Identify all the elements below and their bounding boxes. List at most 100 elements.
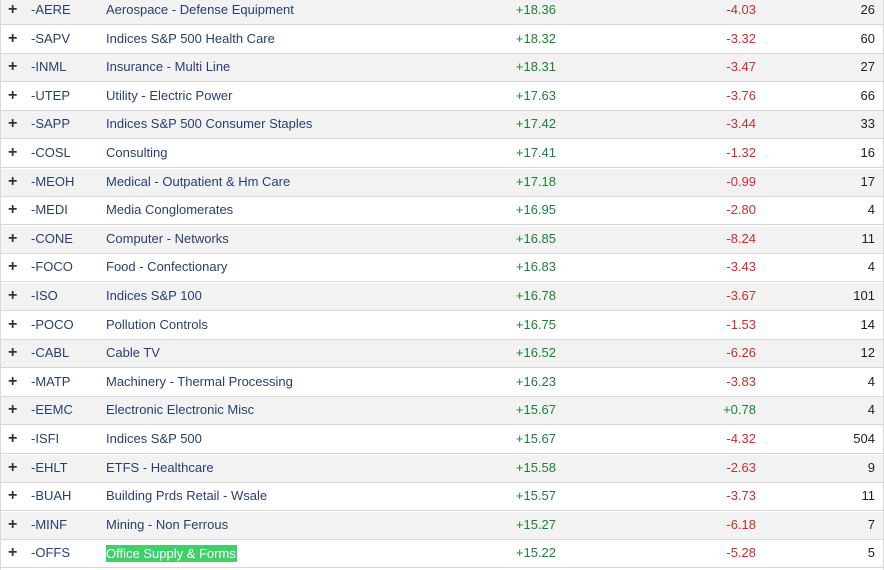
member-count: 17	[860, 173, 875, 189]
group-symbol[interactable]: -OFFS	[31, 540, 70, 568]
group-name[interactable]: Mining - Non Ferrous	[106, 512, 228, 540]
group-name[interactable]: Indices S&P 500 Health Care	[106, 26, 275, 54]
group-symbol[interactable]: -COSL	[31, 140, 71, 168]
expand-plus-icon[interactable]: +	[8, 169, 22, 197]
table-row[interactable]: + -UTEP Utility - Electric Power +17.63 -3.7…	[1, 82, 883, 111]
expand-plus-icon[interactable]: +	[8, 397, 22, 425]
group-symbol[interactable]: -ISO	[31, 283, 58, 311]
member-count: 11	[861, 230, 876, 246]
expand-plus-icon[interactable]: +	[8, 483, 22, 511]
change-value: -3.67	[726, 288, 756, 303]
group-name[interactable]: ETFS - Healthcare	[106, 455, 214, 483]
change-value: -4.32	[726, 431, 756, 446]
group-symbol[interactable]: -EHLT	[31, 455, 68, 483]
percent-change: +18.31	[515, 59, 556, 75]
table-row[interactable]: + -ISFI Indices S&P 500 +15.67 -4.32 504	[1, 426, 883, 454]
expand-plus-icon[interactable]: +	[8, 369, 22, 397]
group-name[interactable]: Utility - Electric Power	[106, 83, 232, 111]
expand-plus-icon[interactable]: +	[8, 0, 22, 25]
group-symbol[interactable]: -EEMC	[31, 397, 73, 425]
expand-plus-icon[interactable]: +	[8, 140, 22, 168]
expand-plus-icon[interactable]: +	[8, 512, 22, 540]
group-symbol[interactable]: -AERE	[31, 0, 71, 25]
group-name[interactable]: Media Conglomerates	[106, 197, 233, 225]
industry-group-table: + -AERE Aerospace - Defense Equipment +18.3…	[0, 0, 884, 570]
group-symbol[interactable]: -FOCO	[31, 254, 73, 282]
table-row[interactable]: + -CABL Cable TV +16.52 -6.26 12	[1, 340, 883, 369]
group-name[interactable]: Medical - Outpatient & Hm Care	[106, 169, 290, 197]
group-symbol[interactable]: -MINF	[31, 512, 67, 540]
expand-plus-icon[interactable]: +	[8, 197, 22, 225]
group-symbol[interactable]: -CONE	[31, 226, 73, 254]
percent-change: +15.67	[515, 431, 556, 446]
table-row[interactable]: + -FOCO Food - Confectionary +16.83 -3.43 4	[1, 254, 883, 283]
change-value: -2.80	[726, 202, 756, 218]
table-row[interactable]: + -POCO Pollution Controls +16.75 -1.53 14	[1, 311, 883, 340]
expand-plus-icon[interactable]: +	[8, 226, 22, 254]
group-symbol[interactable]: -BUAH	[31, 483, 71, 511]
expand-plus-icon[interactable]: +	[8, 283, 22, 311]
percent-change: +15.27	[515, 516, 556, 532]
table-row[interactable]: + -CONE Computer - Networks +16.85 -8.24 11	[1, 225, 883, 254]
percent-change: +15.22	[515, 545, 556, 561]
member-count: 4	[867, 259, 875, 275]
change-value: -1.32	[726, 145, 756, 160]
group-name[interactable]: Food - Confectionary	[106, 254, 227, 282]
table-row[interactable]: + -MATP Machinery - Thermal Processing +16.…	[1, 368, 883, 397]
table-row[interactable]: + -COSL Consulting +17.41 -1.32 16	[1, 140, 883, 168]
group-symbol[interactable]: -MEOH	[31, 169, 74, 197]
table-row[interactable]: + -ISO Indices S&P 100 +16.78 -3.67 101	[1, 283, 883, 311]
expand-plus-icon[interactable]: +	[8, 54, 22, 82]
change-value: -0.99	[726, 173, 756, 189]
group-name[interactable]: Electronic Electronic Misc	[106, 397, 254, 425]
group-name[interactable]: Consulting	[106, 140, 167, 168]
group-name[interactable]: Building Prds Retail - Wsale	[106, 483, 267, 511]
expand-plus-icon[interactable]: +	[8, 340, 22, 368]
expand-plus-icon[interactable]: +	[8, 83, 22, 111]
group-name[interactable]: Indices S&P 500 Consumer Staples	[106, 111, 312, 139]
change-value: -3.32	[726, 30, 756, 46]
expand-plus-icon[interactable]: +	[8, 540, 22, 568]
group-symbol[interactable]: -UTEP	[31, 83, 70, 111]
group-symbol[interactable]: -MEDI	[31, 197, 68, 225]
table-row[interactable]: + -EHLT ETFS - Healthcare +15.58 -2.63 9	[1, 454, 883, 483]
table-row[interactable]: + -SAPP Indices S&P 500 Consumer Staples +1…	[1, 111, 883, 140]
table-row[interactable]: + -MEDI Media Conglomerates +16.95 -2.80 4	[1, 197, 883, 226]
group-name[interactable]: Machinery - Thermal Processing	[106, 369, 293, 397]
group-symbol[interactable]: -POCO	[31, 312, 74, 340]
group-name[interactable]: Aerospace - Defense Equipment	[106, 0, 294, 25]
percent-change: +16.95	[515, 202, 556, 218]
expand-plus-icon[interactable]: +	[8, 26, 22, 54]
group-symbol[interactable]: -SAPP	[31, 111, 70, 139]
group-symbol[interactable]: -CABL	[31, 340, 69, 368]
expand-plus-icon[interactable]: +	[8, 111, 22, 139]
table-row[interactable]: + -MEOH Medical - Outpatient & Hm Care +17.…	[1, 168, 883, 197]
table-row[interactable]: + -EEMC Electronic Electronic Misc +15.67 +0…	[1, 397, 883, 426]
table-row[interactable]: + -BUAH Building Prds Retail - Wsale +15.57…	[1, 483, 883, 512]
table-row[interactable]: + -SAPV Indices S&P 500 Health Care +18.32 -…	[1, 25, 883, 54]
expand-plus-icon[interactable]: +	[8, 312, 22, 340]
table-row[interactable]: + -AERE Aerospace - Defense Equipment +18.3…	[1, 0, 883, 25]
group-symbol[interactable]: -INML	[31, 54, 66, 82]
expand-plus-icon[interactable]: +	[8, 426, 22, 454]
change-value: -3.43	[726, 259, 756, 275]
percent-change: +15.58	[515, 459, 556, 475]
table-row[interactable]: + -OFFS Office Supply & Forms +15.22 -5.28 5	[1, 540, 883, 569]
group-name[interactable]: Indices S&P 100	[106, 283, 202, 311]
change-value: -3.83	[726, 373, 756, 389]
group-symbol[interactable]: -MATP	[31, 369, 70, 397]
table-row[interactable]: + -MINF Mining - Non Ferrous +15.27 -6.18 7	[1, 511, 883, 540]
group-name[interactable]: Cable TV	[106, 340, 160, 368]
percent-change: +17.42	[515, 116, 556, 132]
group-name[interactable]: Insurance - Multi Line	[106, 54, 230, 82]
group-name[interactable]: Computer - Networks	[106, 226, 229, 254]
group-symbol[interactable]: -SAPV	[31, 26, 70, 54]
expand-plus-icon[interactable]: +	[8, 254, 22, 282]
group-symbol[interactable]: -ISFI	[31, 426, 59, 454]
table-row[interactable]: + -INML Insurance - Multi Line +18.31 -3.47 2…	[1, 54, 883, 83]
expand-plus-icon[interactable]: +	[8, 455, 22, 483]
member-count: 14	[860, 316, 875, 332]
group-name[interactable]: Office Supply & Forms	[106, 545, 237, 563]
group-name[interactable]: Indices S&P 500	[106, 426, 202, 454]
group-name[interactable]: Pollution Controls	[106, 312, 208, 340]
